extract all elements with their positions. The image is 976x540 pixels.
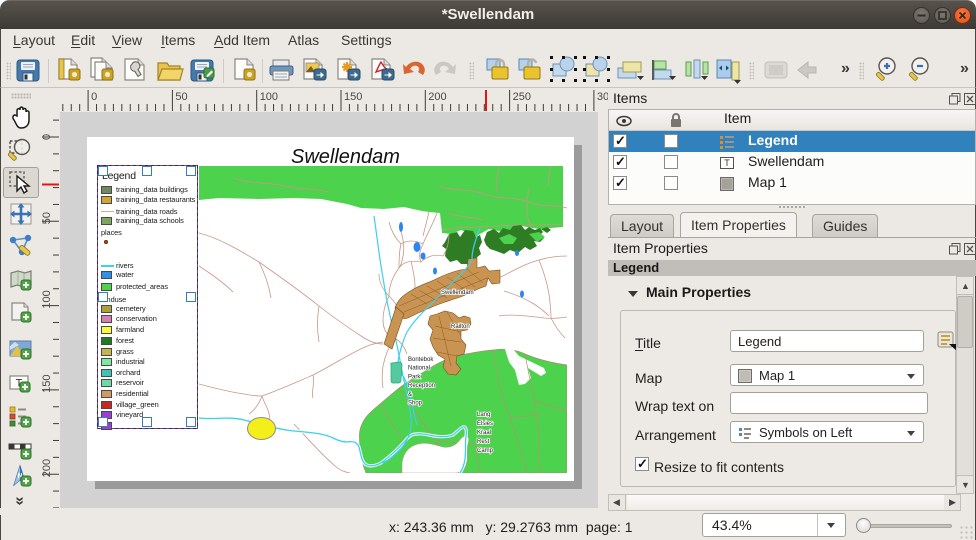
svg-text:T: T [724,158,730,168]
svg-text:Bontebok: Bontebok [408,357,434,363]
svg-text:Kraal: Kraal [477,430,491,436]
svg-text:National: National [408,366,430,372]
svg-text:Reception: Reception [408,383,435,389]
svg-text:50: 50 [41,212,53,224]
svg-text:150: 150 [344,91,362,103]
svg-text:100: 100 [41,290,53,308]
svg-text:100: 100 [260,91,278,103]
svg-text:Rest: Rest [477,439,490,445]
svg-text:200: 200 [428,91,446,103]
svg-text:Lang: Lang [477,412,490,418]
svg-text:250: 250 [513,91,531,103]
svg-text:Camp: Camp [477,448,494,454]
svg-text:Swellendam: Swellendam [441,290,474,296]
svg-text:150: 150 [41,375,53,393]
svg-text:Railton: Railton [451,324,470,330]
svg-text:0: 0 [41,134,53,140]
svg-text:Elsies: Elsies [477,421,493,427]
svg-text:&: & [408,392,412,398]
svg-text:Park: Park [408,374,421,380]
svg-text:Shop: Shop [408,401,423,407]
svg-text:200: 200 [41,459,53,477]
svg-text:0: 0 [91,91,97,103]
svg-text:50: 50 [175,91,187,103]
